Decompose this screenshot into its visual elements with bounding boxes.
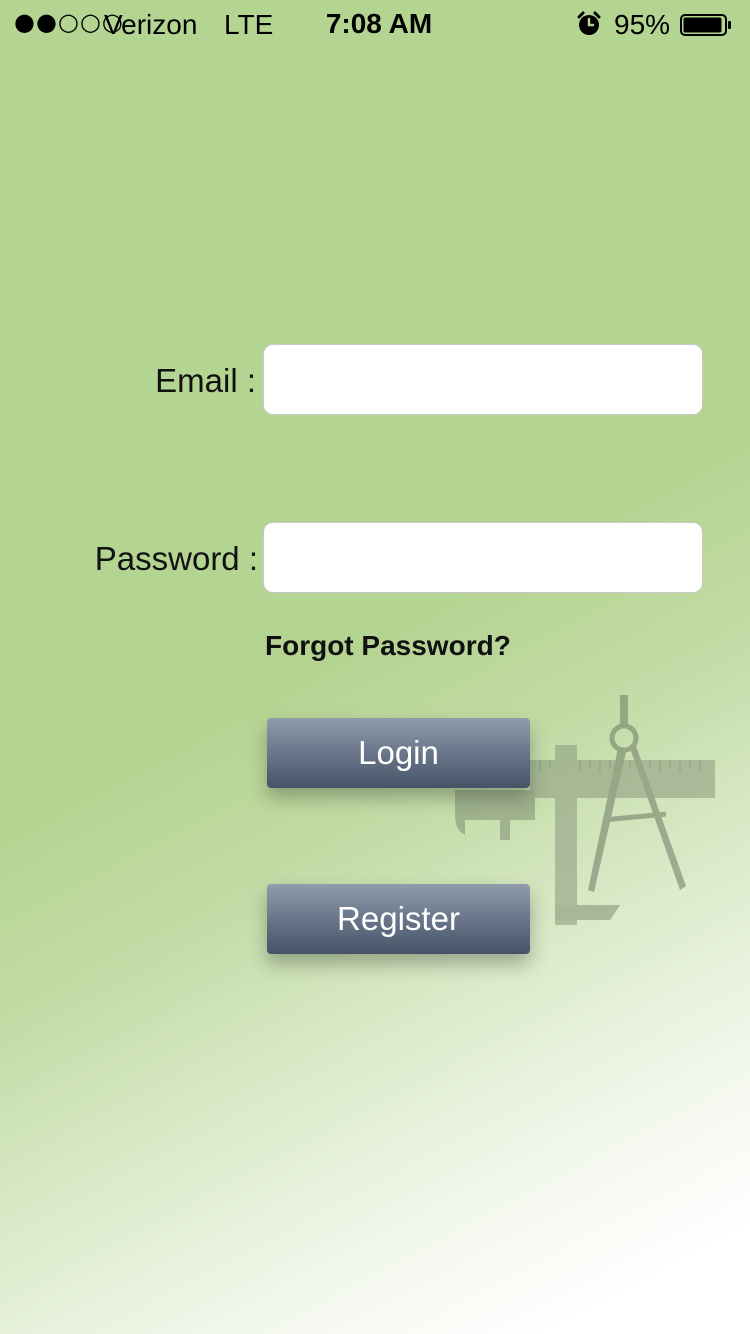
battery-percentage: 95%: [614, 9, 671, 40]
password-field[interactable]: [263, 522, 703, 593]
login-button[interactable]: Login: [267, 718, 530, 788]
status-bar: ●●○○○ Verizon LTE 7:08 AM 95%: [0, 0, 750, 50]
email-field[interactable]: [263, 344, 703, 415]
alarm-clock-icon: [577, 11, 601, 35]
battery-icon: [680, 14, 731, 36]
password-label: Password :: [94, 540, 258, 577]
background: [0, 0, 750, 1334]
email-label: Email :: [155, 362, 256, 399]
register-button[interactable]: Register: [267, 884, 530, 954]
forgot-password-link[interactable]: Forgot Password?: [265, 630, 511, 662]
